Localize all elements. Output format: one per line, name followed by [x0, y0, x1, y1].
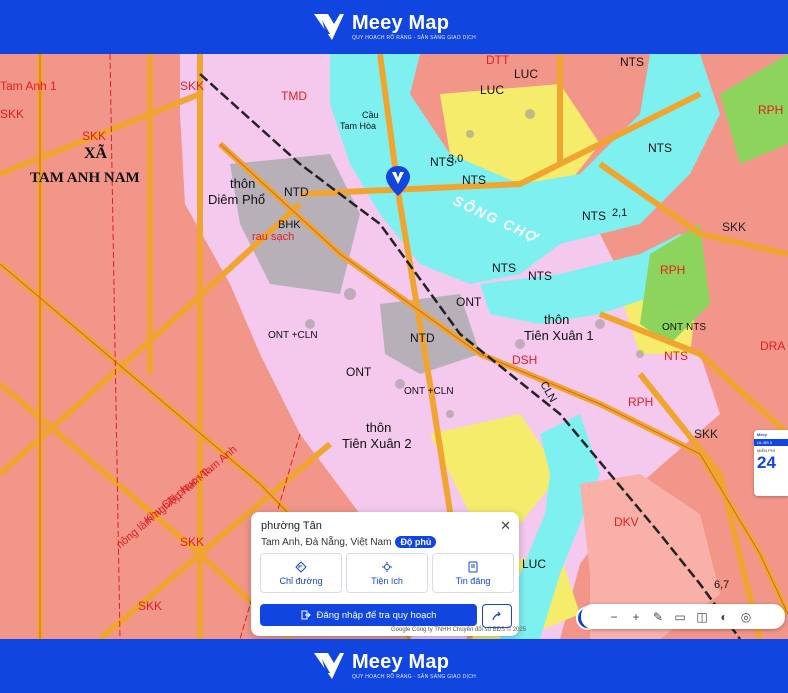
directions-button[interactable]: Chỉ đường	[260, 553, 342, 593]
label-ont: ONT	[662, 322, 683, 333]
label-ntd: NTD	[284, 185, 309, 199]
login-button[interactable]: Đăng nhập để tra quy hoạch	[260, 604, 477, 626]
label-dtt: DTT	[486, 54, 510, 67]
label-nts: NTS	[664, 349, 688, 363]
place-address-row: Tam Anh, Đà Nẵng, Việt Nam Độ phủ	[261, 536, 437, 548]
label-skk: SKK	[0, 107, 24, 121]
zoom-in-icon[interactable]: +	[625, 606, 647, 628]
label-nts: NTS	[686, 322, 706, 333]
label-rph: RPH	[758, 103, 783, 117]
brand-name: Meey Map	[351, 651, 450, 673]
label-skk: SKK	[180, 79, 204, 93]
brand-name: Meey Map	[351, 12, 450, 34]
label-dra: DRA	[760, 339, 785, 353]
utilities-label: Tiện ích	[371, 575, 403, 586]
label-commune-1: XÃ	[84, 143, 108, 162]
label-ont-cln: ONT +CLN	[268, 330, 318, 341]
directions-label: Chỉ đường	[279, 575, 323, 586]
measure-icon[interactable]: ▭	[669, 606, 691, 628]
label-nts: NTS	[462, 173, 486, 187]
promo-number: 24	[757, 453, 776, 472]
close-icon[interactable]: ✕	[500, 518, 511, 534]
label-luc: LUC	[522, 557, 546, 571]
label-bhk: BHK	[278, 219, 301, 231]
label-tmd: TMD	[281, 89, 307, 103]
label-bridge-1: Cầu	[362, 110, 379, 120]
footer-bar: Meey Map QUY HOẠCH RÕ RÀNG - SẴN SÀNG GI…	[0, 639, 788, 693]
listing-label: Tin đăng	[455, 575, 491, 586]
share-button[interactable]	[482, 604, 512, 628]
brand-tagline: QUY HOẠCH RÕ RÀNG - SẴN SÀNG GIAO DỊCH	[351, 674, 477, 680]
label-nts: NTS	[648, 141, 672, 155]
label-ont: ONT	[346, 365, 372, 379]
google-logo: Google	[391, 627, 411, 633]
header-bar: Meey Map QUY HOẠCH RÕ RÀNG - SẴN SÀNG GI…	[0, 0, 788, 54]
label-bridge-2: Tam Hòa	[340, 121, 376, 131]
label-skk: SKK	[180, 535, 204, 549]
label-luc: LUC	[480, 83, 504, 97]
coverage-badge[interactable]: Độ phủ	[395, 536, 437, 548]
brand[interactable]: Meey Map QUY HOẠCH RÕ RÀNG - SẴN SÀNG GI…	[312, 651, 476, 681]
label-skk: SKK	[138, 599, 162, 613]
utilities-button[interactable]: Tiện ích	[346, 553, 428, 593]
map-toolbar: − + ✎ ▭ ◫ ◐ ◎	[581, 604, 785, 629]
split-view-icon[interactable]: ◫	[691, 606, 713, 628]
locate-icon[interactable]: ◎	[735, 606, 757, 628]
draw-icon[interactable]: ✎	[647, 606, 669, 628]
label-n21: 2,1	[612, 207, 627, 219]
promo-head: Meey	[757, 432, 768, 437]
login-label: Đăng nhập để tra quy hoạch	[316, 609, 437, 621]
label-skk: SKK	[82, 129, 106, 143]
label-village-tien-xuan-1b: Tiên Xuân 1	[524, 328, 594, 343]
label-ont: ONT	[456, 295, 482, 309]
label-dsh: DSH	[512, 353, 537, 367]
zoom-out-icon[interactable]: −	[603, 606, 625, 628]
listing-icon	[468, 561, 478, 572]
brand[interactable]: Meey Map QUY HOẠCH RÕ RÀNG - SẴN SÀNG GI…	[312, 12, 476, 42]
label-village-tien-xuan-2b: Tiên Xuân 2	[342, 436, 412, 451]
label-rph: RPH	[628, 395, 653, 409]
action-row: Chỉ đường Tiện ích Tin đăng	[260, 553, 514, 593]
label-nts: NTS	[528, 269, 552, 283]
label-ntd: NTD	[410, 331, 435, 345]
layers-icon[interactable]: ◐	[713, 606, 735, 628]
label-village-tien-xuan-1a: thôn	[544, 312, 569, 327]
label-nts: NTS	[620, 55, 644, 69]
brand-tagline: QUY HOẠCH RÕ RÀNG - SẴN SÀNG GIAO DỊCH	[351, 35, 477, 41]
attribution: Google Công ty TNHH Chuyển đổi số BĐS © …	[391, 627, 526, 633]
listing-button[interactable]: Tin đăng	[432, 553, 514, 593]
promo-label: MIỄN PHÍ	[757, 448, 775, 453]
promo-bar: UL-BS 5	[754, 439, 788, 446]
label-ont-cln: ONT +CLN	[404, 386, 454, 397]
meey-logo-icon	[313, 653, 344, 679]
label-rph: RPH	[660, 263, 685, 277]
label-village-tien-xuan-2a: thôn	[366, 420, 391, 435]
label-tam-anh-1: Tam Anh 1	[0, 79, 57, 93]
label-n67: 6,7	[714, 579, 729, 591]
attribution-text: Công ty TNHH Chuyển đổi số BĐS © 2025	[412, 627, 527, 633]
label-n10: 3,0	[448, 153, 463, 165]
share-icon	[492, 611, 501, 621]
label-rau-sach: rau sạch	[252, 231, 294, 243]
utilities-icon	[382, 561, 392, 572]
label-skk: SKK	[722, 220, 746, 234]
label-nts: NTS	[492, 261, 516, 275]
label-skk: SKK	[694, 427, 718, 441]
promo-panel[interactable]: Meey UL-BS 5 MIỄN PHÍ 24	[754, 430, 788, 496]
label-commune-2: TAM ANH NAM	[30, 170, 140, 186]
place-info-card: phường Tân Tam Anh, Đà Nẵng, Việt Nam Độ…	[251, 512, 526, 636]
label-dkv: DKV	[614, 515, 639, 529]
login-icon	[301, 610, 311, 620]
meey-logo-icon	[313, 14, 344, 40]
label-luc: LUC	[514, 67, 538, 81]
label-village-diem-pho-2: Diêm Phổ	[208, 192, 265, 207]
label-village-diem-pho-1: thôn	[230, 176, 255, 191]
label-nts: NTS	[582, 209, 606, 223]
place-name: phường Tân	[261, 520, 322, 532]
place-address: Tam Anh, Đà Nẵng, Việt Nam	[261, 536, 392, 548]
directions-icon	[295, 560, 307, 573]
